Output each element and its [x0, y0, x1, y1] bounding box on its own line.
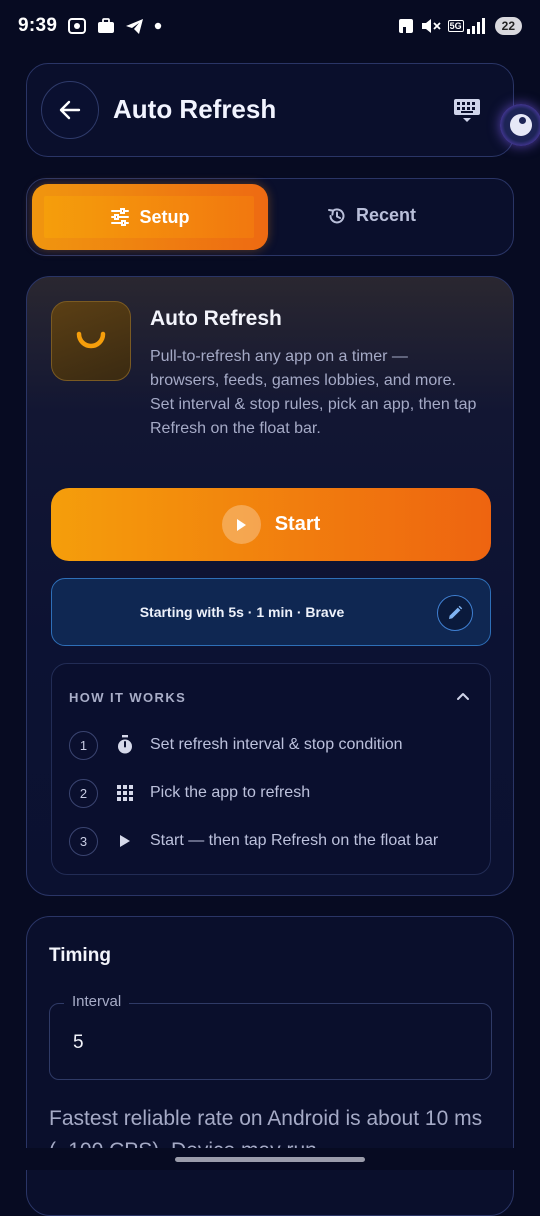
- card-description: Pull-to-refresh any app on a timer — bro…: [150, 348, 477, 437]
- telegram-icon: [125, 18, 144, 35]
- signal-5g-label: 5G: [447, 20, 464, 32]
- interval-label: Interval: [64, 993, 130, 1010]
- back-button[interactable]: [41, 81, 99, 139]
- step-number: 3: [69, 826, 98, 856]
- timer-icon: [115, 735, 135, 755]
- start-button[interactable]: Start: [51, 488, 491, 561]
- step-text: Pick the app to refresh: [150, 784, 311, 801]
- play-icon: [221, 505, 261, 544]
- header-bar: Auto Refresh: [26, 63, 514, 157]
- refresh-spinner-icon: [76, 331, 106, 349]
- notification-dot-icon: [154, 22, 162, 30]
- mute-icon: [421, 18, 441, 34]
- keyboard-icon: [454, 99, 480, 122]
- pencil-icon: [449, 605, 463, 619]
- config-summary[interactable]: Starting with 5s · 1 min · Brave: [51, 578, 491, 646]
- how-step-2: 2 Pick the app to refresh: [69, 778, 479, 808]
- tab-setup[interactable]: Setup: [32, 184, 268, 250]
- step-text: Start — then tap Refresh on the float ba…: [150, 832, 439, 849]
- sliders-icon: [111, 208, 130, 226]
- status-bar: 9:39 5G 22: [0, 0, 540, 52]
- how-step-1: 1 Set refresh interval & stop condition: [69, 730, 479, 760]
- status-left: 9:39: [18, 15, 162, 37]
- tab-bar: Setup Recent: [26, 178, 514, 256]
- status-right: 5G 22: [398, 17, 522, 35]
- timing-title: Timing: [49, 945, 111, 966]
- history-icon: [328, 207, 345, 223]
- interval-field[interactable]: Interval 5: [49, 993, 492, 1080]
- grid-icon: [115, 785, 135, 801]
- play-icon: [115, 834, 135, 848]
- battery-indicator: 22: [494, 17, 522, 35]
- bubble-dot-icon: [510, 114, 532, 136]
- step-text: Set refresh interval & stop condition: [150, 736, 403, 753]
- status-time: 9:39: [18, 15, 58, 36]
- interval-input[interactable]: 5: [73, 1032, 84, 1054]
- work-profile-icon: [398, 18, 414, 34]
- home-indicator[interactable]: [175, 1157, 365, 1162]
- step-number: 2: [69, 778, 98, 808]
- step-number: 1: [69, 730, 98, 760]
- auto-refresh-card: Auto Refresh Pull-to-refresh any app on …: [26, 276, 514, 896]
- screenshot-icon: [67, 17, 87, 35]
- timing-card: Timing Interval 5 Fastest reliable rate …: [26, 916, 514, 1216]
- floating-bubble[interactable]: [500, 104, 540, 146]
- page-title: Auto Refresh: [113, 94, 277, 124]
- tab-recent-label: Recent: [356, 205, 417, 225]
- how-it-works-title: HOW IT WORKS: [69, 690, 187, 705]
- arrow-left-icon: [59, 100, 81, 120]
- keyboard-button[interactable]: [453, 98, 481, 129]
- signal-5g-icon: 5G: [447, 18, 486, 34]
- briefcase-icon: [97, 18, 115, 34]
- edit-config-button[interactable]: [437, 595, 473, 631]
- how-step-3: 3 Start — then tap Refresh on the float …: [69, 826, 479, 856]
- tab-recent[interactable]: Recent: [327, 205, 416, 226]
- card-title: Auto Refresh: [150, 307, 282, 330]
- chevron-up-icon[interactable]: [456, 688, 470, 706]
- config-summary-text: Starting with 5s · 1 min · Brave: [139, 604, 345, 620]
- app-icon: [51, 301, 131, 381]
- start-button-label: Start: [274, 513, 321, 535]
- how-it-works-panel: HOW IT WORKS 1 Set refresh interval & st…: [51, 663, 491, 875]
- tab-setup-label: Setup: [139, 206, 190, 227]
